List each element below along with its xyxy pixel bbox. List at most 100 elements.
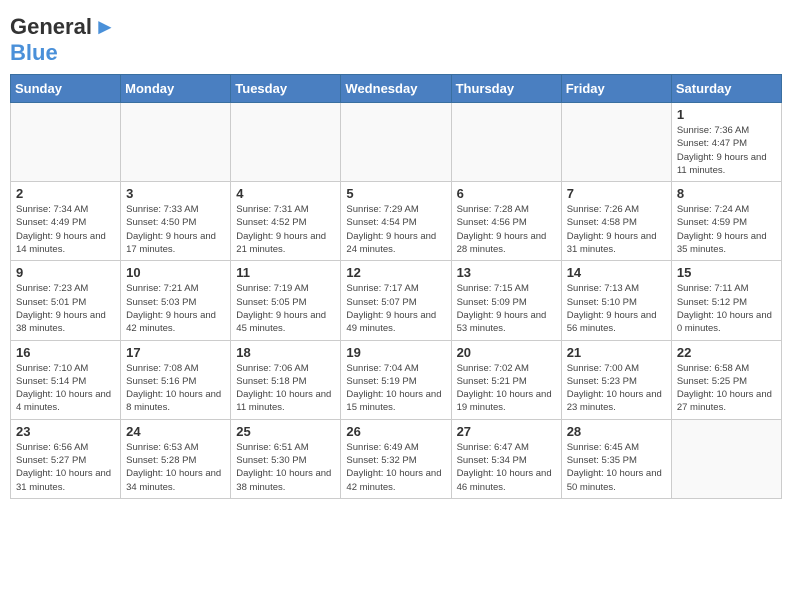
day-cell: 17 Sunrise: 7:08 AM Sunset: 5:16 PM Dayli… xyxy=(121,340,231,419)
day-cell: 21 Sunrise: 7:00 AM Sunset: 5:23 PM Dayli… xyxy=(561,340,671,419)
day-info: Sunrise: 7:13 AM Sunset: 5:10 PM Dayligh… xyxy=(567,282,666,335)
day-info: Sunrise: 6:56 AM Sunset: 5:27 PM Dayligh… xyxy=(16,441,115,494)
day-cell: 9 Sunrise: 7:23 AM Sunset: 5:01 PM Daylig… xyxy=(11,261,121,340)
day-info: Sunrise: 6:45 AM Sunset: 5:35 PM Dayligh… xyxy=(567,441,666,494)
day-number: 27 xyxy=(457,424,556,439)
day-cell: 16 Sunrise: 7:10 AM Sunset: 5:14 PM Dayli… xyxy=(11,340,121,419)
day-cell: 3 Sunrise: 7:33 AM Sunset: 4:50 PM Daylig… xyxy=(121,182,231,261)
day-number: 28 xyxy=(567,424,666,439)
day-cell: 5 Sunrise: 7:29 AM Sunset: 4:54 PM Daylig… xyxy=(341,182,451,261)
day-number: 16 xyxy=(16,345,115,360)
day-number: 2 xyxy=(16,186,115,201)
day-cell xyxy=(121,103,231,182)
day-number: 15 xyxy=(677,265,776,280)
day-number: 9 xyxy=(16,265,115,280)
day-number: 11 xyxy=(236,265,335,280)
day-number: 4 xyxy=(236,186,335,201)
day-number: 12 xyxy=(346,265,445,280)
day-info: Sunrise: 7:23 AM Sunset: 5:01 PM Dayligh… xyxy=(16,282,115,335)
day-number: 14 xyxy=(567,265,666,280)
day-number: 3 xyxy=(126,186,225,201)
day-cell xyxy=(231,103,341,182)
day-number: 24 xyxy=(126,424,225,439)
day-cell: 25 Sunrise: 6:51 AM Sunset: 5:30 PM Dayli… xyxy=(231,419,341,498)
weekday-header-sunday: Sunday xyxy=(11,75,121,103)
day-number: 18 xyxy=(236,345,335,360)
week-row-4: 23 Sunrise: 6:56 AM Sunset: 5:27 PM Dayli… xyxy=(11,419,782,498)
day-number: 17 xyxy=(126,345,225,360)
day-cell: 26 Sunrise: 6:49 AM Sunset: 5:32 PM Dayli… xyxy=(341,419,451,498)
calendar: SundayMondayTuesdayWednesdayThursdayFrid… xyxy=(10,74,782,499)
day-number: 13 xyxy=(457,265,556,280)
day-cell: 27 Sunrise: 6:47 AM Sunset: 5:34 PM Dayli… xyxy=(451,419,561,498)
week-row-3: 16 Sunrise: 7:10 AM Sunset: 5:14 PM Dayli… xyxy=(11,340,782,419)
day-info: Sunrise: 7:17 AM Sunset: 5:07 PM Dayligh… xyxy=(346,282,445,335)
day-cell: 11Sunrise: 7:19 AM Sunset: 5:05 PM Dayli… xyxy=(231,261,341,340)
day-cell xyxy=(341,103,451,182)
day-cell: 28 Sunrise: 6:45 AM Sunset: 5:35 PM Dayli… xyxy=(561,419,671,498)
day-cell: 7 Sunrise: 7:26 AM Sunset: 4:58 PM Daylig… xyxy=(561,182,671,261)
logo-general-text: General xyxy=(10,14,92,40)
day-cell: 1Sunrise: 7:36 AM Sunset: 4:47 PM Daylig… xyxy=(671,103,781,182)
day-info: Sunrise: 6:51 AM Sunset: 5:30 PM Dayligh… xyxy=(236,441,335,494)
day-number: 10 xyxy=(126,265,225,280)
logo: General ► Blue xyxy=(10,10,116,66)
day-info: Sunrise: 7:04 AM Sunset: 5:19 PM Dayligh… xyxy=(346,362,445,415)
day-cell: 20 Sunrise: 7:02 AM Sunset: 5:21 PM Dayli… xyxy=(451,340,561,419)
day-number: 19 xyxy=(346,345,445,360)
day-number: 1 xyxy=(677,107,776,122)
weekday-header-monday: Monday xyxy=(121,75,231,103)
day-info: Sunrise: 7:10 AM Sunset: 5:14 PM Dayligh… xyxy=(16,362,115,415)
day-cell xyxy=(11,103,121,182)
day-info: Sunrise: 7:34 AM Sunset: 4:49 PM Dayligh… xyxy=(16,203,115,256)
day-info: Sunrise: 7:11 AM Sunset: 5:12 PM Dayligh… xyxy=(677,282,776,335)
week-row-1: 2 Sunrise: 7:34 AM Sunset: 4:49 PM Daylig… xyxy=(11,182,782,261)
day-cell xyxy=(561,103,671,182)
day-cell xyxy=(451,103,561,182)
day-info: Sunrise: 6:49 AM Sunset: 5:32 PM Dayligh… xyxy=(346,441,445,494)
day-info: Sunrise: 6:58 AM Sunset: 5:25 PM Dayligh… xyxy=(677,362,776,415)
weekday-header-row: SundayMondayTuesdayWednesdayThursdayFrid… xyxy=(11,75,782,103)
logo-arrow-icon: ► xyxy=(94,14,116,40)
day-info: Sunrise: 7:28 AM Sunset: 4:56 PM Dayligh… xyxy=(457,203,556,256)
day-cell: 24 Sunrise: 6:53 AM Sunset: 5:28 PM Dayli… xyxy=(121,419,231,498)
day-number: 8 xyxy=(677,186,776,201)
weekday-header-saturday: Saturday xyxy=(671,75,781,103)
day-number: 22 xyxy=(677,345,776,360)
day-cell: 2 Sunrise: 7:34 AM Sunset: 4:49 PM Daylig… xyxy=(11,182,121,261)
day-info: Sunrise: 7:29 AM Sunset: 4:54 PM Dayligh… xyxy=(346,203,445,256)
day-cell: 19 Sunrise: 7:04 AM Sunset: 5:19 PM Dayli… xyxy=(341,340,451,419)
week-row-0: 1Sunrise: 7:36 AM Sunset: 4:47 PM Daylig… xyxy=(11,103,782,182)
logo-blue-text: Blue xyxy=(10,40,58,66)
day-cell: 8 Sunrise: 7:24 AM Sunset: 4:59 PM Daylig… xyxy=(671,182,781,261)
day-info: Sunrise: 7:02 AM Sunset: 5:21 PM Dayligh… xyxy=(457,362,556,415)
day-info: Sunrise: 7:21 AM Sunset: 5:03 PM Dayligh… xyxy=(126,282,225,335)
day-number: 26 xyxy=(346,424,445,439)
day-cell: 12 Sunrise: 7:17 AM Sunset: 5:07 PM Dayli… xyxy=(341,261,451,340)
day-cell: 4 Sunrise: 7:31 AM Sunset: 4:52 PM Daylig… xyxy=(231,182,341,261)
weekday-header-friday: Friday xyxy=(561,75,671,103)
day-info: Sunrise: 7:24 AM Sunset: 4:59 PM Dayligh… xyxy=(677,203,776,256)
day-cell: 18Sunrise: 7:06 AM Sunset: 5:18 PM Dayli… xyxy=(231,340,341,419)
day-cell: 10 Sunrise: 7:21 AM Sunset: 5:03 PM Dayli… xyxy=(121,261,231,340)
day-info: Sunrise: 7:00 AM Sunset: 5:23 PM Dayligh… xyxy=(567,362,666,415)
day-cell: 14 Sunrise: 7:13 AM Sunset: 5:10 PM Dayli… xyxy=(561,261,671,340)
day-info: Sunrise: 7:31 AM Sunset: 4:52 PM Dayligh… xyxy=(236,203,335,256)
day-number: 7 xyxy=(567,186,666,201)
day-number: 25 xyxy=(236,424,335,439)
day-cell: 13Sunrise: 7:15 AM Sunset: 5:09 PM Dayli… xyxy=(451,261,561,340)
day-info: Sunrise: 7:33 AM Sunset: 4:50 PM Dayligh… xyxy=(126,203,225,256)
day-number: 6 xyxy=(457,186,556,201)
day-info: Sunrise: 7:08 AM Sunset: 5:16 PM Dayligh… xyxy=(126,362,225,415)
day-info: Sunrise: 7:26 AM Sunset: 4:58 PM Dayligh… xyxy=(567,203,666,256)
day-cell: 15 Sunrise: 7:11 AM Sunset: 5:12 PM Dayli… xyxy=(671,261,781,340)
day-info: Sunrise: 6:53 AM Sunset: 5:28 PM Dayligh… xyxy=(126,441,225,494)
day-number: 20 xyxy=(457,345,556,360)
day-number: 23 xyxy=(16,424,115,439)
day-number: 5 xyxy=(346,186,445,201)
day-info: Sunrise: 6:47 AM Sunset: 5:34 PM Dayligh… xyxy=(457,441,556,494)
day-cell: 22 Sunrise: 6:58 AM Sunset: 5:25 PM Dayli… xyxy=(671,340,781,419)
day-cell: 23 Sunrise: 6:56 AM Sunset: 5:27 PM Dayli… xyxy=(11,419,121,498)
day-number: 21 xyxy=(567,345,666,360)
day-cell: 6 Sunrise: 7:28 AM Sunset: 4:56 PM Daylig… xyxy=(451,182,561,261)
